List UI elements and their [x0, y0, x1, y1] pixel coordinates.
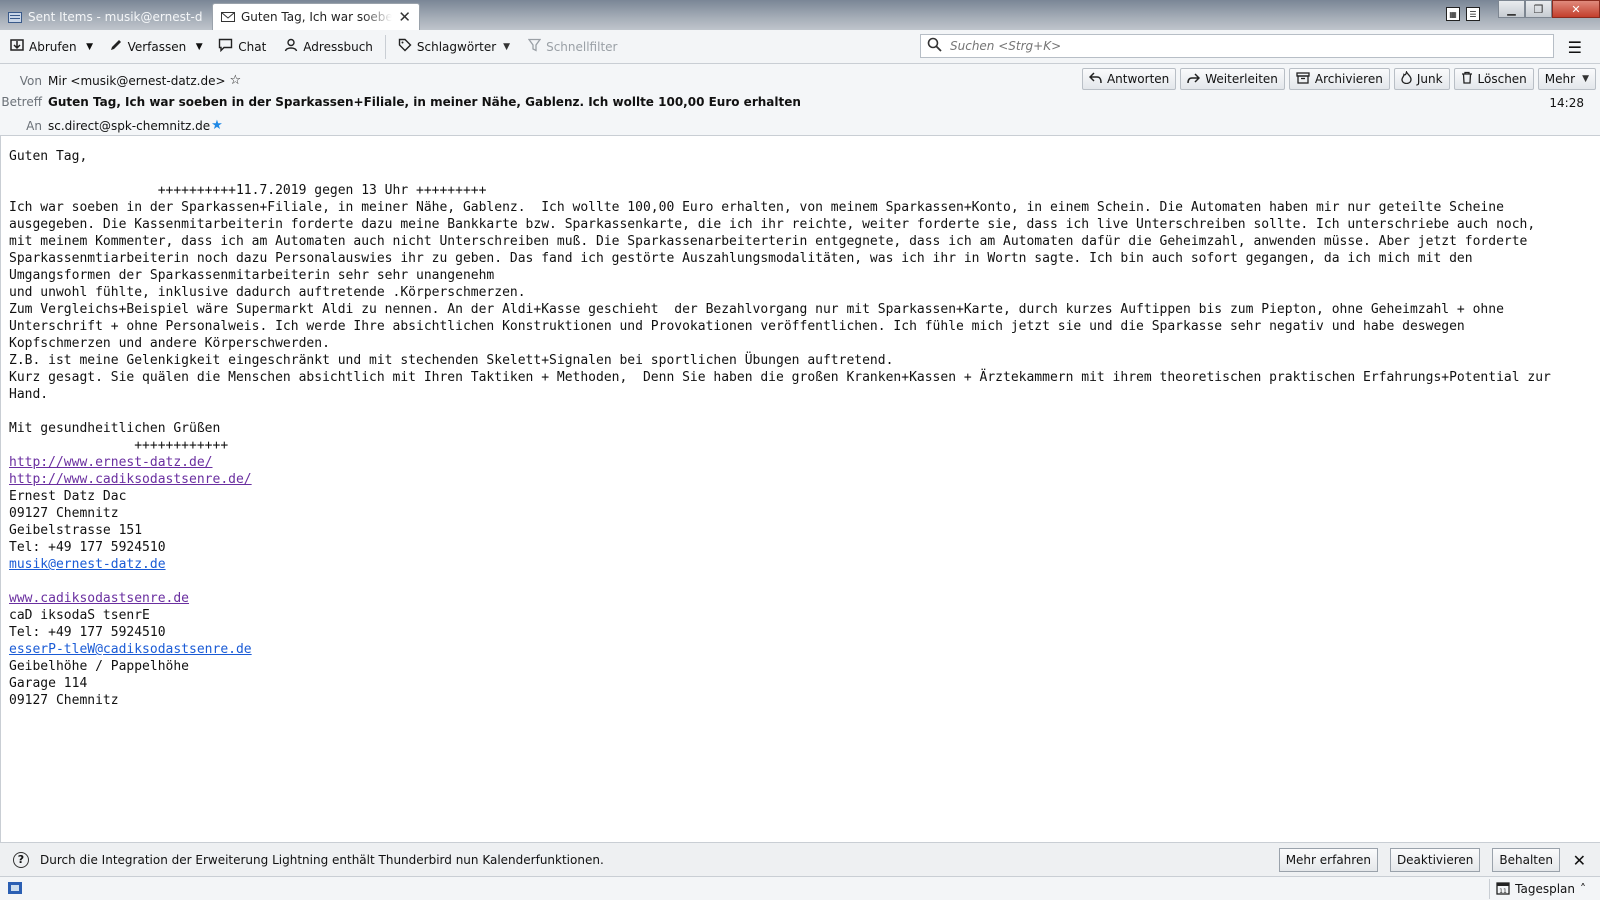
junk-label: Junk	[1416, 72, 1443, 86]
address-book-label: Adressbuch	[303, 39, 373, 54]
envelope-icon	[221, 11, 235, 23]
main-toolbar: Abrufen ▼ Verfassen ▼ Chat Adressbuch Sc…	[0, 30, 1600, 64]
reply-label: Antworten	[1106, 72, 1170, 86]
calendar-icon[interactable]: ▦	[1446, 7, 1460, 21]
question-icon: ?	[13, 851, 29, 868]
star-icon[interactable]: ☆	[230, 73, 242, 88]
download-icon	[10, 38, 24, 55]
chevron-down-icon: ▼	[1582, 74, 1589, 84]
message-text: Guten Tag, ++++++++++11.7.2019 gegen 13 …	[9, 149, 1551, 453]
funnel-icon	[527, 38, 542, 55]
minimize-button[interactable]: ▁	[1498, 0, 1525, 18]
forward-icon	[1187, 72, 1201, 87]
to-label: An	[26, 118, 42, 133]
from-value[interactable]: Mir <musik@ernest-datz.de>	[48, 74, 226, 88]
tag-icon	[398, 38, 412, 55]
get-messages-dropdown[interactable]: ▼	[83, 42, 97, 52]
address-book-button[interactable]: Adressbuch	[278, 34, 379, 60]
maximize-button[interactable]: ❐	[1525, 0, 1552, 18]
chat-button[interactable]: Chat	[212, 34, 272, 60]
delete-button[interactable]: Löschen	[1453, 68, 1534, 90]
tab-message[interactable]: Guten Tag, Ich war soeben in der Sparkas…	[212, 3, 420, 30]
delete-label: Löschen	[1477, 72, 1527, 86]
write-dropdown[interactable]: ▼	[192, 42, 206, 52]
message-header: Von Mir <musik@ernest-datz.de> ☆ Betreff…	[0, 64, 1600, 136]
from-row: Von Mir <musik@ernest-datz.de> ☆	[0, 73, 241, 88]
search-box[interactable]	[920, 34, 1554, 58]
tags-button[interactable]: Schlagwörter ▼	[392, 34, 516, 60]
chevron-up-icon: ˄	[1580, 882, 1586, 896]
pencil-icon	[109, 38, 123, 55]
archive-button[interactable]: Archivieren	[1288, 68, 1390, 90]
tab-strip: Sent Items - musik@ernest-datz.de Guten …	[0, 0, 1600, 30]
reply-icon	[1088, 71, 1102, 87]
flame-icon	[1401, 70, 1412, 87]
write-button[interactable]: Verfassen	[103, 34, 193, 60]
subject-value: Guten Tag, Ich war soeben in der Sparkas…	[48, 95, 801, 109]
forward-label: Weiterleiten	[1205, 72, 1278, 86]
svg-text:11: 11	[1499, 888, 1507, 895]
close-icon[interactable]: ✕	[1573, 851, 1586, 870]
window-close-button[interactable]: ✕	[1552, 0, 1600, 18]
website-link-2[interactable]: http://www.cadiksodastsenre.de/	[9, 472, 252, 487]
notification-bar: ? Durch die Integration der Erweiterung …	[0, 842, 1600, 876]
folder-icon	[8, 11, 22, 23]
today-pane-toggle[interactable]: 11 Tagesplan ˄	[1489, 879, 1592, 899]
archive-label: Archivieren	[1314, 72, 1383, 86]
junk-button[interactable]: Junk	[1393, 68, 1450, 90]
email-link-2[interactable]: esserP-tleW@cadiksodastsenre.de	[9, 642, 252, 657]
status-bar: 11 Tagesplan ˄	[0, 876, 1600, 900]
toolbar-separator	[384, 34, 386, 59]
quick-filter-button[interactable]: Schnellfilter	[522, 34, 623, 60]
window-controls-area: ▦ ☰ ▁ ❐ ✕	[1446, 0, 1600, 30]
tab-title: Guten Tag, Ich war soeben in der Sparkas…	[241, 10, 393, 24]
online-status-icon[interactable]	[8, 882, 22, 894]
close-tab-icon[interactable]: ✕	[398, 8, 411, 26]
archive-icon	[1296, 71, 1310, 87]
today-pane-label: Tagesplan	[1515, 882, 1575, 896]
tags-label: Schlagwörter	[416, 39, 497, 54]
keep-button[interactable]: Behalten	[1492, 848, 1560, 872]
tab-title: Sent Items - musik@ernest-datz.de	[28, 9, 202, 24]
message-time: 14:28	[1549, 96, 1584, 110]
get-messages-button[interactable]: Abrufen	[4, 34, 83, 60]
email-link[interactable]: musik@ernest-datz.de	[9, 557, 166, 572]
forward-button[interactable]: Weiterleiten	[1180, 68, 1285, 90]
message-body: Guten Tag, ++++++++++11.7.2019 gegen 13 …	[0, 136, 1600, 842]
tasks-icon[interactable]: ☰	[1466, 7, 1480, 21]
signature-block: http://www.ernest-datz.de/ http://www.ca…	[9, 454, 1592, 709]
subject-label: Betreff	[1, 95, 42, 109]
to-value[interactable]: sc.direct@spk-chemnitz.de	[48, 119, 210, 133]
contact-icon	[284, 38, 298, 55]
subject-row: Betreff Guten Tag, Ich war soeben in der…	[0, 95, 801, 109]
signature-address: Ernest Datz Dac 09127 Chemnitz Geibelstr…	[9, 489, 166, 555]
disable-button[interactable]: Deaktivieren	[1389, 848, 1481, 872]
notification-message: Durch die Integration der Erweiterung Li…	[40, 852, 604, 867]
trash-icon	[1461, 71, 1473, 87]
header-actions: Antworten Weiterleiten Archivieren Junk …	[1081, 68, 1596, 90]
signature-name-phone: caD iksodaS tsenrE Tel: +49 177 5924510	[9, 608, 166, 640]
chat-label: Chat	[238, 39, 267, 54]
to-row: An sc.direct@spk-chemnitz.de ★	[0, 118, 223, 133]
write-label: Verfassen	[127, 39, 187, 54]
website-link-3[interactable]: www.cadiksodastsenre.de	[9, 591, 189, 606]
get-messages-label: Abrufen	[29, 39, 77, 54]
website-link[interactable]: http://www.ernest-datz.de/	[9, 455, 213, 470]
reply-button[interactable]: Antworten	[1081, 68, 1177, 90]
search-input[interactable]	[948, 38, 1547, 54]
tab-sent-items[interactable]: Sent Items - musik@ernest-datz.de	[0, 3, 210, 30]
chevron-down-icon: ▼	[503, 41, 511, 52]
signature-address-2: Geibelhöhe / Pappelhöhe Garage 114 09127…	[9, 659, 190, 708]
search-icon	[927, 37, 942, 55]
learn-more-button[interactable]: Mehr erfahren	[1278, 848, 1378, 872]
chat-bubble-icon	[218, 38, 233, 55]
quick-filter-label: Schnellfilter	[546, 39, 618, 54]
contact-star-icon[interactable]: ★	[211, 118, 223, 133]
calendar-day-icon: 11	[1496, 881, 1510, 898]
menu-icon[interactable]: ☰	[1568, 38, 1582, 57]
from-label: Von	[19, 73, 42, 88]
more-button[interactable]: Mehr ▼	[1537, 68, 1596, 90]
more-label: Mehr	[1544, 72, 1576, 86]
